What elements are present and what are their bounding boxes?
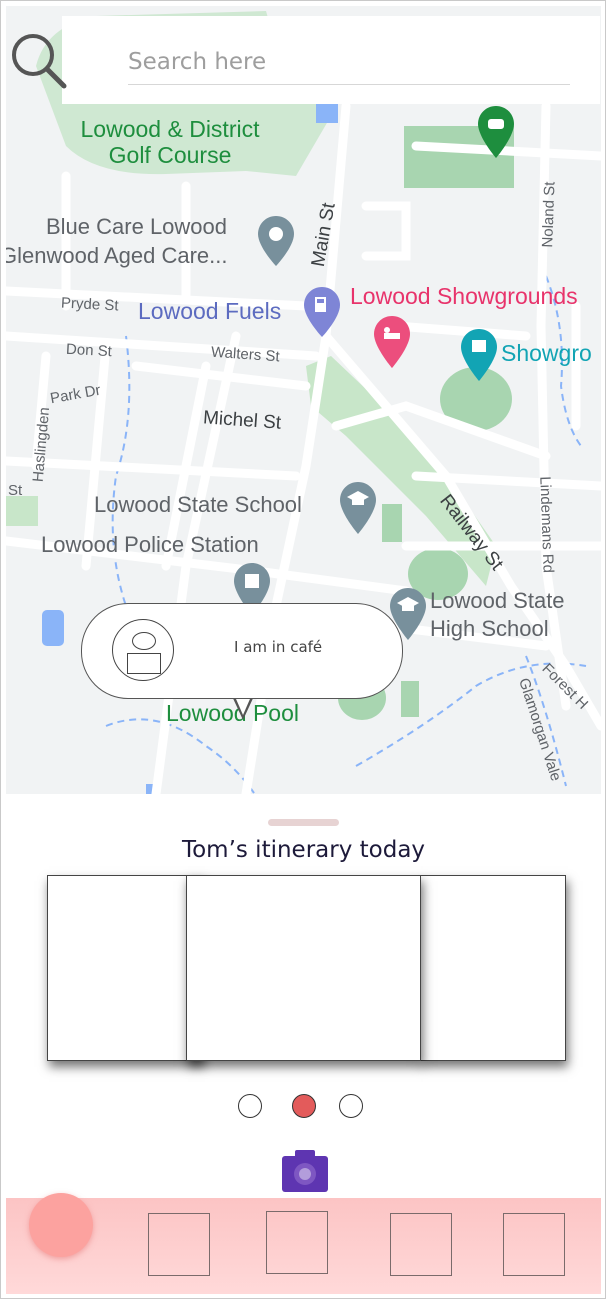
status-text: I am in café	[234, 638, 323, 656]
itinerary-sheet: Tom’s itinerary today	[6, 794, 601, 1198]
showgrounds-pin-icon[interactable]	[374, 316, 410, 368]
street-label-st: St	[8, 482, 23, 499]
pager-dot-3[interactable]	[339, 1094, 363, 1118]
home-fab-button[interactable]	[29, 1193, 93, 1257]
nav-item-1[interactable]	[148, 1213, 210, 1276]
street-label-pryde: Pryde St	[60, 294, 119, 315]
golf-pin-icon[interactable]	[478, 106, 514, 158]
search-bar	[62, 16, 600, 104]
aged-care-pin-icon[interactable]	[258, 216, 294, 266]
search-icon[interactable]	[9, 31, 67, 89]
itinerary-card-right[interactable]	[419, 875, 566, 1061]
nav-item-3[interactable]	[390, 1213, 452, 1276]
camera-button[interactable]	[282, 1150, 328, 1192]
avatar[interactable]	[112, 619, 174, 681]
map-label-high-school-line2: High School	[430, 616, 549, 641]
pager-dot-2[interactable]	[292, 1094, 316, 1118]
map-label-high-school-line1: Lowood State	[430, 588, 565, 613]
showgro-pin-icon[interactable]	[461, 329, 497, 381]
map-label-fuels: Lowood Fuels	[138, 298, 282, 324]
map-label-showgrounds: Lowood Showgrounds	[350, 283, 578, 309]
golf-label-line1: Lowood & District	[80, 116, 260, 142]
itinerary-title: Tom’s itinerary today	[181, 837, 426, 863]
avatar-head-icon	[132, 632, 156, 650]
map-label-golf: Lowood & District Golf Course	[66, 116, 274, 169]
itinerary-card-left[interactable]	[47, 875, 203, 1061]
fuel-pin-icon[interactable]	[304, 287, 340, 337]
map-label-glenwood: Glenwood Aged Care...	[6, 243, 228, 268]
street-label-don: Don St	[65, 340, 113, 361]
map-label-showgro: Showgro	[501, 340, 592, 366]
sheet-drag-handle[interactable]	[268, 819, 339, 826]
school-pin-icon[interactable]	[340, 482, 376, 534]
search-input[interactable]	[128, 40, 570, 85]
map-label-state-school: Lowood State School	[94, 492, 302, 517]
street-label-noland: Noland St	[539, 181, 559, 248]
nav-item-2[interactable]	[266, 1211, 328, 1274]
street-label-lindemans: Lindemans Rd	[536, 475, 557, 574]
itinerary-card-center[interactable]	[186, 875, 421, 1061]
golf-label-line2: Golf Course	[108, 142, 232, 169]
map-label-police: Lowood Police Station	[41, 532, 259, 557]
nav-item-4[interactable]	[503, 1213, 565, 1276]
map-label-bluecare: Blue Care Lowood	[46, 214, 228, 239]
avatar-body-icon	[127, 653, 161, 674]
bottom-nav	[6, 1193, 601, 1294]
status-bubble[interactable]: I am in café	[81, 603, 403, 699]
app-frame: Lowood & District Golf Course Blue Care …	[0, 0, 606, 1299]
pager-dot-1[interactable]	[238, 1094, 262, 1118]
